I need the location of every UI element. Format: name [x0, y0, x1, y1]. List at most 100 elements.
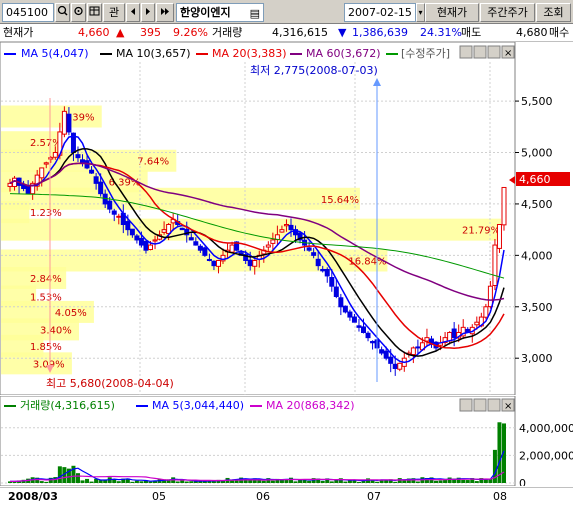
volume-label: 거래량 [212, 26, 243, 39]
volume-profile-label: 2.84% [30, 274, 62, 285]
candle-up [474, 321, 480, 326]
candle-down [320, 268, 326, 272]
stock-name-field[interactable]: 한양이엔지 ▤ [176, 3, 264, 22]
volume-bar [89, 481, 94, 483]
next-page-button[interactable] [156, 3, 174, 22]
volume-ratio: 24.31% [420, 26, 462, 39]
candle-up [116, 215, 122, 218]
price-tick-label: 3,500 [521, 301, 553, 314]
volume-bar [134, 480, 139, 483]
volume-bar [474, 481, 479, 483]
candle-down [197, 245, 203, 251]
volume-bar [189, 481, 194, 483]
candle-up [496, 224, 502, 249]
up-arrow-icon: ▲ [116, 26, 125, 39]
ma5-legend: MA 5(4,047) [21, 47, 89, 60]
date-label-4: 08 [493, 490, 507, 503]
settings-icon-button[interactable] [71, 3, 86, 22]
candle-down [125, 221, 131, 231]
date-label-0: 2008/03 [8, 490, 58, 503]
candle-down [361, 326, 367, 333]
list-icon-button[interactable] [87, 3, 102, 22]
low-annotation: 최저 2,775(2008-07-03) [250, 64, 378, 77]
current-price-label: 현재가 [3, 26, 34, 39]
ma10-legend: MA 10(3,657) [116, 47, 191, 60]
candle-down [329, 277, 335, 287]
volume-bar [329, 481, 334, 483]
vol-close-icon: × [504, 401, 512, 412]
ask-label: 매도 [461, 26, 482, 39]
volume-bar [356, 481, 361, 483]
volume-profile-label: 21.79% [462, 226, 500, 237]
candle-down [89, 169, 95, 174]
panel-maximize-button[interactable] [487, 45, 501, 59]
volume-bar [343, 481, 348, 483]
price-chart: 4.39%2.57%7.64%6.39%15.64%1.23%21.79%16.… [0, 41, 570, 396]
candle-down [356, 325, 362, 328]
stock-code-input[interactable]: 045100 [2, 3, 54, 22]
arrow-right-icon [146, 8, 150, 15]
candle-down [315, 258, 321, 267]
date-input[interactable]: 2007-02-15 [344, 3, 416, 22]
volume-profile-label: 16.84% [348, 256, 386, 267]
volume-tick-label: 2,000,000 [519, 449, 573, 462]
candle-down [93, 176, 99, 184]
volume-bar [261, 480, 266, 483]
candle-down [383, 350, 389, 359]
volume-bar [130, 481, 135, 483]
candle-down [134, 235, 140, 241]
current-price-button[interactable]: 현재가 [425, 3, 479, 22]
search-icon-button[interactable] [55, 3, 70, 22]
price-tick-label: 5,000 [521, 147, 553, 160]
vol-panel-menu-button[interactable] [459, 398, 473, 412]
volume-bar [44, 481, 49, 483]
candle-down [324, 268, 330, 277]
panel-menu-button[interactable] [459, 45, 473, 59]
adj-legend: [수정주가] [401, 47, 450, 60]
volume-chart: 0 2,000,000 4,000,000 거래량(4,316,615) MA 5(… [0, 395, 573, 490]
search-button[interactable]: 조회 [536, 3, 571, 22]
current-price-value: 4,660 [78, 26, 110, 39]
candle-up [265, 244, 271, 248]
volume-bar [248, 480, 253, 483]
vol-panel-restore-button[interactable] [473, 398, 487, 412]
date-spin-button[interactable]: ▾ [416, 3, 425, 22]
next-arrow-button[interactable] [141, 3, 155, 22]
volume-profile-bar [1, 187, 360, 210]
volume-bar [175, 481, 180, 483]
ma60-legend: MA 60(3,672) [306, 47, 381, 60]
volume-bar [85, 478, 90, 483]
quote-row: 현재가 4,660 ▲ 395 9.26% 거래량 4,316,615 ▼ 1,… [0, 25, 573, 42]
vol-panel-maximize-button[interactable] [487, 398, 501, 412]
volume-bar [307, 480, 312, 483]
weekly-price-button[interactable]: 주간주가 [480, 3, 535, 22]
price-change: 395 [140, 26, 161, 39]
volume-bar [352, 480, 357, 483]
volume-profile-label: 3.40% [40, 325, 72, 336]
candle-down [306, 247, 312, 251]
price-tick-label: 3,000 [521, 352, 553, 365]
candle-up [161, 229, 167, 233]
volume-bar [293, 481, 298, 483]
candle-up [147, 244, 153, 251]
candle-down [80, 159, 86, 164]
candle-down [188, 237, 194, 241]
high-annotation: 최고 5,680(2008-04-04) [46, 377, 174, 390]
related-button[interactable]: 관 [103, 3, 125, 22]
toolbar: 045100 관 한양이엔지 ▤ 2007-02-15 ▾ 현재가 주간주가 조… [0, 0, 573, 24]
candle-up [215, 259, 221, 267]
volume-bar [103, 480, 108, 483]
volume-bar [270, 480, 275, 483]
candle-up [410, 347, 416, 356]
volume-chart-panel: 0 2,000,000 4,000,000 거래량(4,316,615) MA 5(… [0, 395, 573, 490]
prev-arrow-button[interactable] [126, 3, 140, 22]
panel-restore-button[interactable] [473, 45, 487, 59]
candle-down [247, 259, 253, 267]
candle-up [279, 229, 285, 233]
volume-bar [180, 480, 185, 483]
candle-down [111, 210, 117, 215]
date-axis: 2008/03 05 06 07 08 [0, 487, 573, 506]
volume-value: 4,316,615 [272, 26, 328, 39]
bid-label: 매수 [549, 26, 570, 39]
volume-bar [302, 479, 307, 483]
